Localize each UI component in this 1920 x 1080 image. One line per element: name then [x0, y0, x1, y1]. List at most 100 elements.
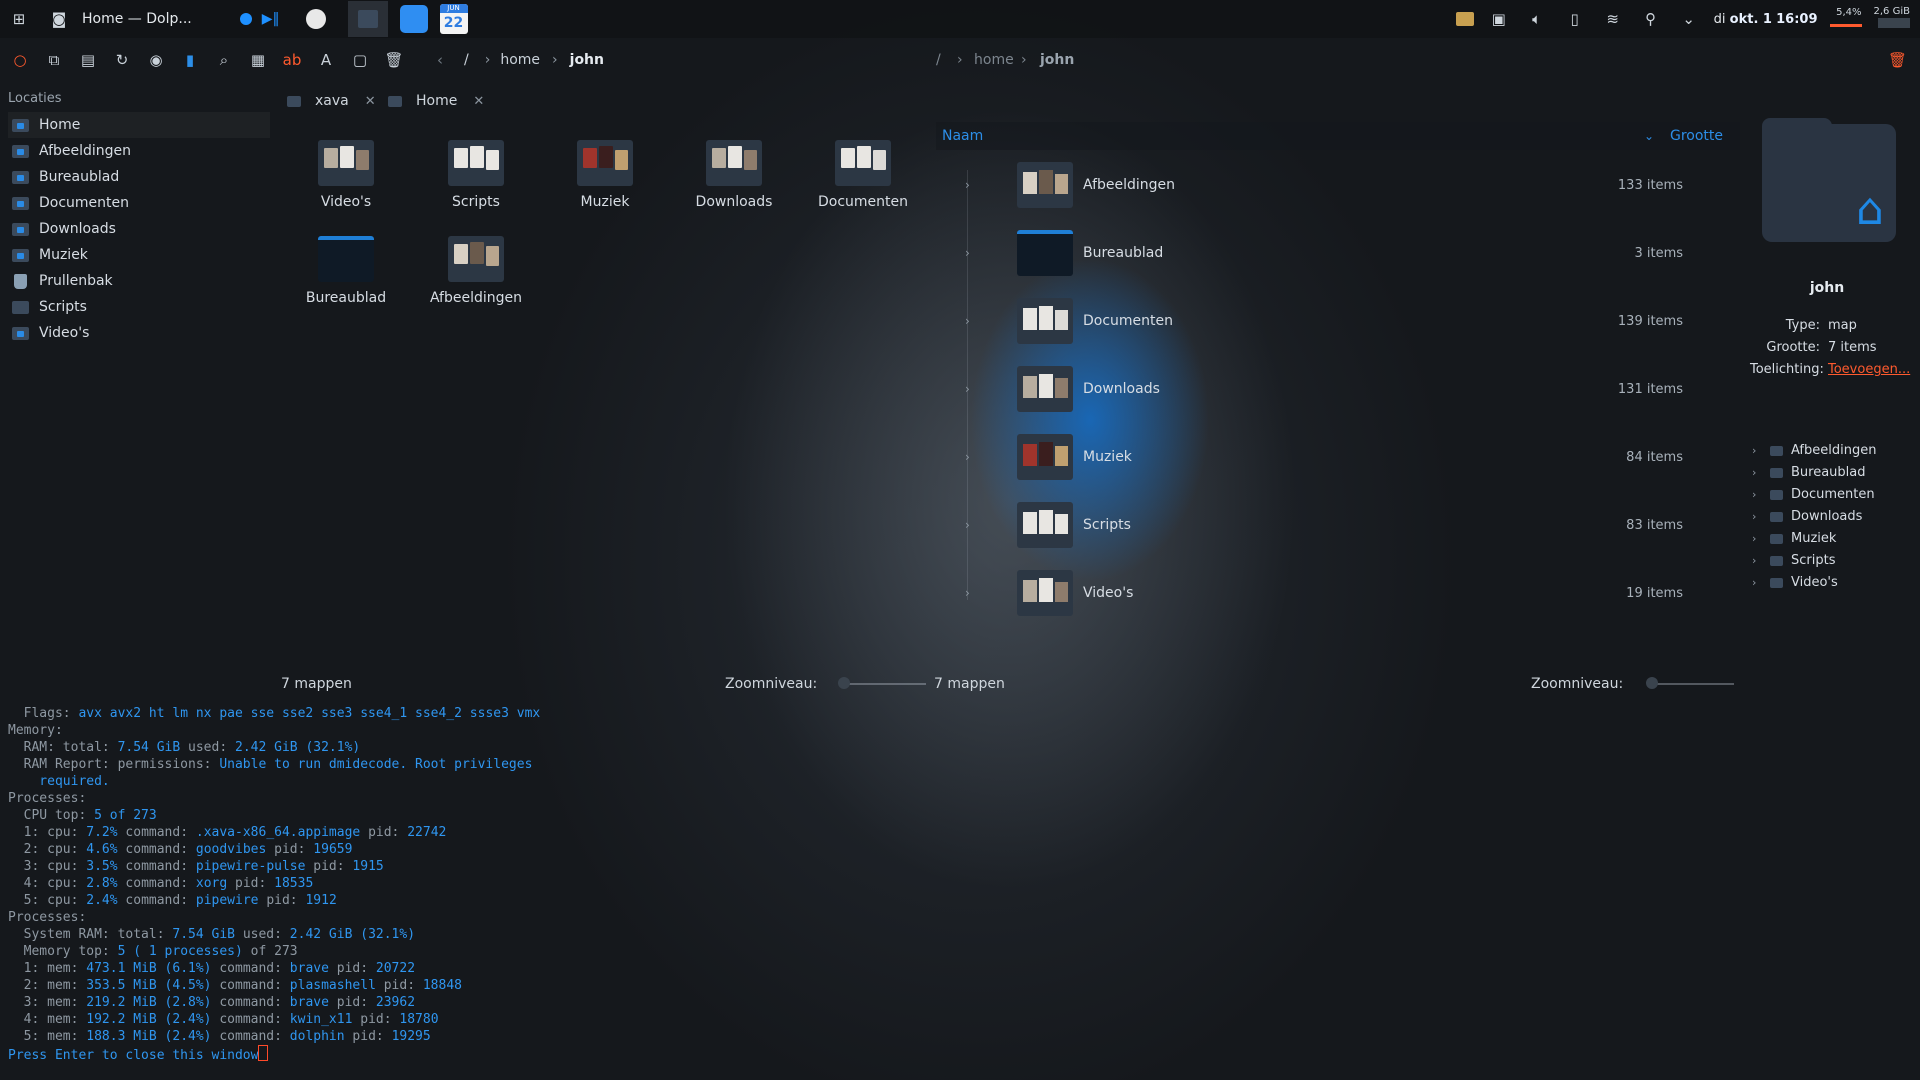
phone-icon[interactable]: ▯ — [1562, 6, 1588, 32]
expand-chevron-icon[interactable]: › — [965, 518, 985, 532]
rename-icon[interactable]: ab — [278, 46, 306, 74]
add-note-link[interactable]: Toevoegen... — [1828, 362, 1910, 377]
delete-icon[interactable]: 🗑︎ — [1888, 51, 1907, 69]
tree-item-downloads[interactable]: › Downloads — [1752, 509, 1862, 524]
expand-chevron-icon[interactable]: › — [965, 450, 985, 464]
tray-expand-chevron-icon[interactable]: ⌄ — [1676, 6, 1702, 32]
close-icon[interactable]: ✕ — [473, 94, 484, 109]
column-header-name[interactable]: Naam ⌄ — [936, 122, 1664, 150]
icon-item-muziek[interactable]: Muziek — [550, 140, 660, 210]
split-view-icon[interactable]: ⧉ — [40, 46, 68, 74]
tab-home[interactable]: Home ✕ — [388, 90, 484, 112]
tree-item-documenten[interactable]: › Documenten — [1752, 487, 1875, 502]
tree-item-bureaublad[interactable]: › Bureaublad — [1752, 465, 1866, 480]
expand-chevron-icon[interactable]: › — [965, 246, 985, 260]
panels-icon[interactable]: ▤ — [74, 46, 102, 74]
sidebar-item-videos[interactable]: Video's — [8, 320, 270, 346]
clock[interactable]: di okt. 1 16:09 — [1714, 12, 1818, 27]
expand-chevron-icon[interactable]: › — [1752, 576, 1766, 589]
search-icon[interactable]: ⌕ — [210, 46, 238, 74]
media-status-icon[interactable] — [239, 13, 252, 25]
table-row[interactable]: › Scripts 83 items — [955, 497, 1735, 553]
app-launcher-icon[interactable]: ⊞ — [6, 6, 32, 32]
sort-chevron-down-icon[interactable]: ⌄ — [1644, 129, 1654, 143]
sidebar-item-bureaublad[interactable]: Bureaublad — [8, 164, 270, 190]
sidebar-item-downloads[interactable]: Downloads — [8, 216, 270, 242]
view-mode-icon[interactable]: ▦ — [244, 46, 272, 74]
expand-chevron-icon[interactable]: › — [1752, 444, 1766, 457]
table-row[interactable]: › Muziek 84 items — [955, 429, 1735, 485]
terminal-text: command: — [211, 995, 290, 1010]
breadcrumb-current-right[interactable]: john — [1040, 52, 1074, 68]
sidebar-item-scripts[interactable]: Scripts — [8, 294, 270, 320]
table-row[interactable]: › Bureaublad 3 items — [955, 225, 1735, 281]
sidebar-item-muziek[interactable]: Muziek — [8, 242, 270, 268]
terminal-output[interactable]: Flags: avx avx2 ht lm nx pae sse sse2 ss… — [8, 705, 540, 1064]
tree-item-scripts[interactable]: › Scripts — [1752, 553, 1835, 568]
house-icon: ⌂ — [1856, 184, 1884, 235]
trash-icon[interactable]: 🗑︎ — [380, 46, 408, 74]
zoom-slider-handle-right[interactable] — [1646, 677, 1658, 689]
table-row[interactable]: › Afbeeldingen 133 items — [955, 157, 1735, 213]
preview-eye-icon[interactable]: ◉ — [142, 46, 170, 74]
expand-chevron-icon[interactable]: › — [1752, 554, 1766, 567]
cpu-monitor[interactable]: 5,4% — [1829, 7, 1862, 31]
row-size: 19 items — [1626, 585, 1683, 601]
clipboard-icon[interactable]: ▣ — [1486, 6, 1512, 32]
dolphin-task-icon[interactable] — [347, 1, 388, 37]
back-icon[interactable]: ‹ — [426, 46, 454, 74]
icon-item-afbeeldingen[interactable]: Afbeeldingen — [421, 236, 531, 306]
new-file-icon[interactable]: ▢ — [346, 46, 374, 74]
battery-icon[interactable] — [1455, 12, 1474, 26]
breadcrumb-current[interactable]: john — [570, 52, 604, 68]
screenshot-icon[interactable]: ◙ — [46, 6, 72, 32]
breadcrumb-root-right[interactable]: / — [936, 52, 941, 68]
tree-item-muziek[interactable]: › Muziek — [1752, 531, 1836, 546]
table-row[interactable]: › Documenten 139 items — [955, 293, 1735, 349]
icon-item-bureaublad[interactable]: Bureaublad — [291, 236, 401, 306]
expand-chevron-icon[interactable]: › — [1752, 488, 1766, 501]
icon-item-downloads[interactable]: Downloads — [679, 140, 789, 210]
breadcrumb-home-right[interactable]: home — [974, 52, 1014, 68]
expand-chevron-icon[interactable]: › — [1752, 532, 1766, 545]
close-icon[interactable]: ✕ — [365, 94, 376, 109]
icon-item-scripts[interactable]: Scripts — [421, 140, 531, 210]
icon-item-videos[interactable]: Video's — [291, 140, 401, 210]
font-icon[interactable]: A — [312, 46, 340, 74]
tree-item-videos[interactable]: › Video's — [1752, 575, 1838, 590]
table-row[interactable]: › Downloads 131 items — [955, 361, 1735, 417]
zoom-slider-handle-left[interactable] — [838, 677, 850, 689]
usb-icon[interactable]: ⚲ — [1638, 6, 1664, 32]
column-header-size[interactable]: Grootte — [1664, 122, 1740, 150]
record-icon[interactable]: ○ — [6, 46, 34, 74]
task-window-title[interactable]: Home — Dolp... — [82, 11, 192, 27]
play-pause-icon[interactable]: ▶‖ — [262, 11, 280, 27]
sidebar-item-home[interactable]: Home — [8, 112, 270, 138]
sidebar-item-prullenbak[interactable]: Prullenbak — [8, 268, 270, 294]
network-icon[interactable]: ≋ — [1600, 6, 1626, 32]
memory-monitor[interactable]: 2,6 GiB — [1874, 6, 1910, 32]
reload-icon[interactable]: ↻ — [108, 46, 136, 74]
files-app-icon[interactable] — [399, 5, 428, 33]
zoom-slider-right[interactable] — [1654, 683, 1734, 685]
expand-chevron-icon[interactable]: › — [965, 382, 985, 396]
tab-xava[interactable]: xava ✕ — [287, 90, 376, 112]
table-row[interactable]: › Video's 19 items — [955, 565, 1735, 621]
sidebar-item-afbeeldingen[interactable]: Afbeeldingen — [8, 138, 270, 164]
bookmark-icon[interactable]: ▮ — [176, 46, 204, 74]
tree-item-afbeeldingen[interactable]: › Afbeeldingen — [1752, 443, 1876, 458]
expand-chevron-icon[interactable]: › — [1752, 466, 1766, 479]
expand-chevron-icon[interactable]: › — [965, 586, 985, 600]
calendar-app-icon[interactable]: JUN 22 — [439, 4, 468, 34]
breadcrumb-root[interactable]: / — [464, 52, 469, 68]
expand-chevron-icon[interactable]: › — [965, 314, 985, 328]
expand-chevron-icon[interactable]: › — [965, 178, 985, 192]
music-app-icon[interactable] — [305, 9, 326, 29]
expand-chevron-icon[interactable]: › — [1752, 510, 1766, 523]
icon-item-documenten[interactable]: Documenten — [808, 140, 918, 210]
volume-icon[interactable]: 🔈︎ — [1524, 6, 1550, 32]
clock-time: 16:09 — [1776, 11, 1818, 27]
sidebar-item-documenten[interactable]: Documenten — [8, 190, 270, 216]
zoom-slider-left[interactable] — [846, 683, 926, 685]
breadcrumb-home[interactable]: home — [500, 52, 540, 68]
